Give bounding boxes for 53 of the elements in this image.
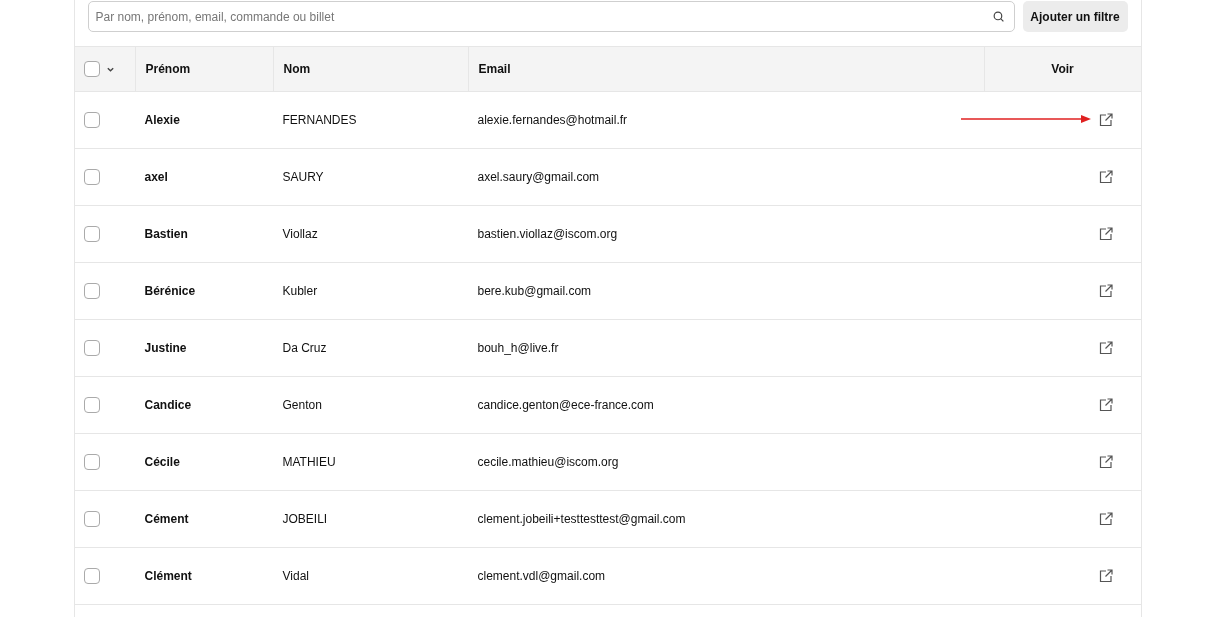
email: candice.genton@ece-france.com [477,398,654,412]
last-name: Genton [282,398,322,412]
first-name: Cécile [144,455,180,469]
email: cecile.mathieu@iscom.org [477,455,619,469]
row-checkbox[interactable] [83,511,100,527]
external-link-icon[interactable] [1098,341,1113,355]
select-all-checkbox[interactable] [83,61,100,77]
first-name: Bérénice [144,284,196,298]
external-link-icon[interactable] [1098,512,1113,526]
row-checkbox[interactable] [83,283,100,299]
email: clement.jobeili+testtesttest@gmail.com [477,512,686,526]
first-name: axel [144,170,168,184]
search-icon [991,10,1005,23]
last-name: Da Cruz [282,341,327,355]
email: bere.kub@gmail.com [477,284,592,298]
email: bastien.viollaz@iscom.org [477,227,618,241]
email: axel.saury@gmail.com [477,170,600,184]
email: clement.vdl@gmail.com [477,569,606,583]
column-header: Email [478,62,511,76]
external-link-icon[interactable] [1098,569,1113,583]
last-name: MATHIEU [282,455,336,469]
external-link-icon[interactable] [1098,455,1113,469]
row-checkbox[interactable] [83,454,100,470]
add-filter-button[interactable]: Ajouter un filtre [1022,1,1128,32]
last-name: SAURY [282,170,324,184]
external-link-icon[interactable] [1098,398,1113,412]
last-name: FERNANDES [282,113,357,127]
email: bouh_h@live.fr [477,341,559,355]
first-name: Justine [144,341,187,355]
column-header: Voir [1051,62,1074,76]
last-name: JOBEILI [282,512,328,526]
first-name: Cément [144,512,189,526]
column-header: Prénom [145,62,191,76]
external-link-icon[interactable] [1098,284,1113,298]
external-link-icon[interactable] [1098,170,1113,184]
external-link-icon[interactable] [1098,113,1113,127]
first-name: Clément [144,569,192,583]
first-name: Candice [144,398,192,412]
row-checkbox[interactable] [83,226,100,242]
last-name: Kubler [282,284,318,298]
row-checkbox[interactable] [83,397,100,413]
search-field[interactable]: Par nom, prénom, email, commande ou billet [87,1,1015,32]
external-link-icon[interactable] [1098,227,1113,241]
row-checkbox[interactable] [83,568,100,584]
column-header: Nom [283,62,311,76]
last-name: Viollaz [282,227,318,241]
first-name: Bastien [144,227,188,241]
first-name: Alexie [144,113,180,127]
row-checkbox[interactable] [83,169,100,185]
last-name: Vidal [282,569,309,583]
row-checkbox[interactable] [83,112,100,128]
row-checkbox[interactable] [83,340,100,356]
email: alexie.fernandes@hotmail.fr [477,113,628,127]
